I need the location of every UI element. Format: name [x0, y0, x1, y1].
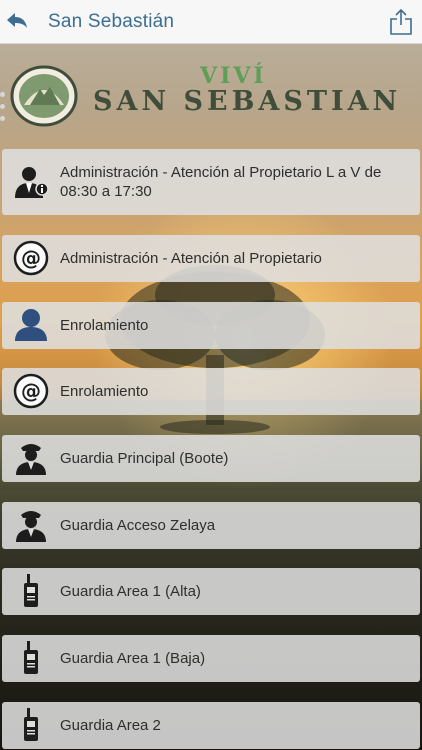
contact-label: Guardia Area 1 (Baja)	[60, 650, 206, 667]
svg-text:@: @	[21, 379, 41, 403]
guard-icon	[12, 439, 50, 477]
guard-icon	[12, 506, 50, 544]
app-screen: San Sebastián VIVÍ SAN SEBASTIAN Adminis…	[0, 0, 422, 750]
contact-label: Guardia Area 1 (Alta)	[60, 583, 201, 600]
share-icon[interactable]	[388, 8, 414, 36]
contact-row[interactable]: Guardia Area 1 (Alta)	[2, 568, 420, 615]
radio-icon	[12, 639, 50, 677]
contact-label: Administración - Atención al Propietario	[60, 250, 322, 267]
person-info-icon	[12, 163, 50, 201]
contact-label: Guardia Area 2	[60, 717, 161, 734]
svg-text:@: @	[21, 246, 41, 270]
contact-row[interactable]: Guardia Acceso Zelaya	[2, 502, 420, 549]
contact-row[interactable]: @ Enrolamiento	[2, 368, 420, 415]
contact-label: Enrolamiento	[60, 317, 149, 334]
back-arrow-icon[interactable]	[4, 9, 30, 35]
contact-row[interactable]: Guardia Area 1 (Baja)	[2, 635, 420, 682]
radio-icon	[12, 706, 50, 744]
contact-label: Guardia Acceso Zelaya	[60, 517, 216, 534]
drag-handle[interactable]	[0, 92, 6, 136]
contact-row[interactable]: Guardia Principal (Boote)	[2, 435, 420, 482]
contact-row[interactable]: Enrolamiento	[2, 302, 420, 349]
radio-icon	[12, 572, 50, 610]
contact-label: Guardia Principal (Boote)	[60, 450, 229, 467]
contact-row[interactable]: Guardia Area 2	[2, 702, 420, 749]
person-icon	[12, 306, 50, 344]
contact-row[interactable]: Administración - Atención al Propietario…	[2, 149, 420, 215]
contact-label: Administración - Atención al Propietario…	[60, 164, 382, 200]
contact-label: Enrolamiento	[60, 383, 149, 400]
at-sign-icon: @	[12, 372, 50, 410]
san-sebastian-logo-icon	[10, 65, 78, 127]
contact-row[interactable]: @ Administración - Atención al Propietar…	[2, 235, 420, 282]
page-title: San Sebastián	[48, 11, 175, 32]
navigation-bar: San Sebastián	[0, 0, 422, 44]
at-sign-icon: @	[12, 239, 50, 277]
logo-name: SAN SEBASTIAN	[93, 86, 402, 117]
